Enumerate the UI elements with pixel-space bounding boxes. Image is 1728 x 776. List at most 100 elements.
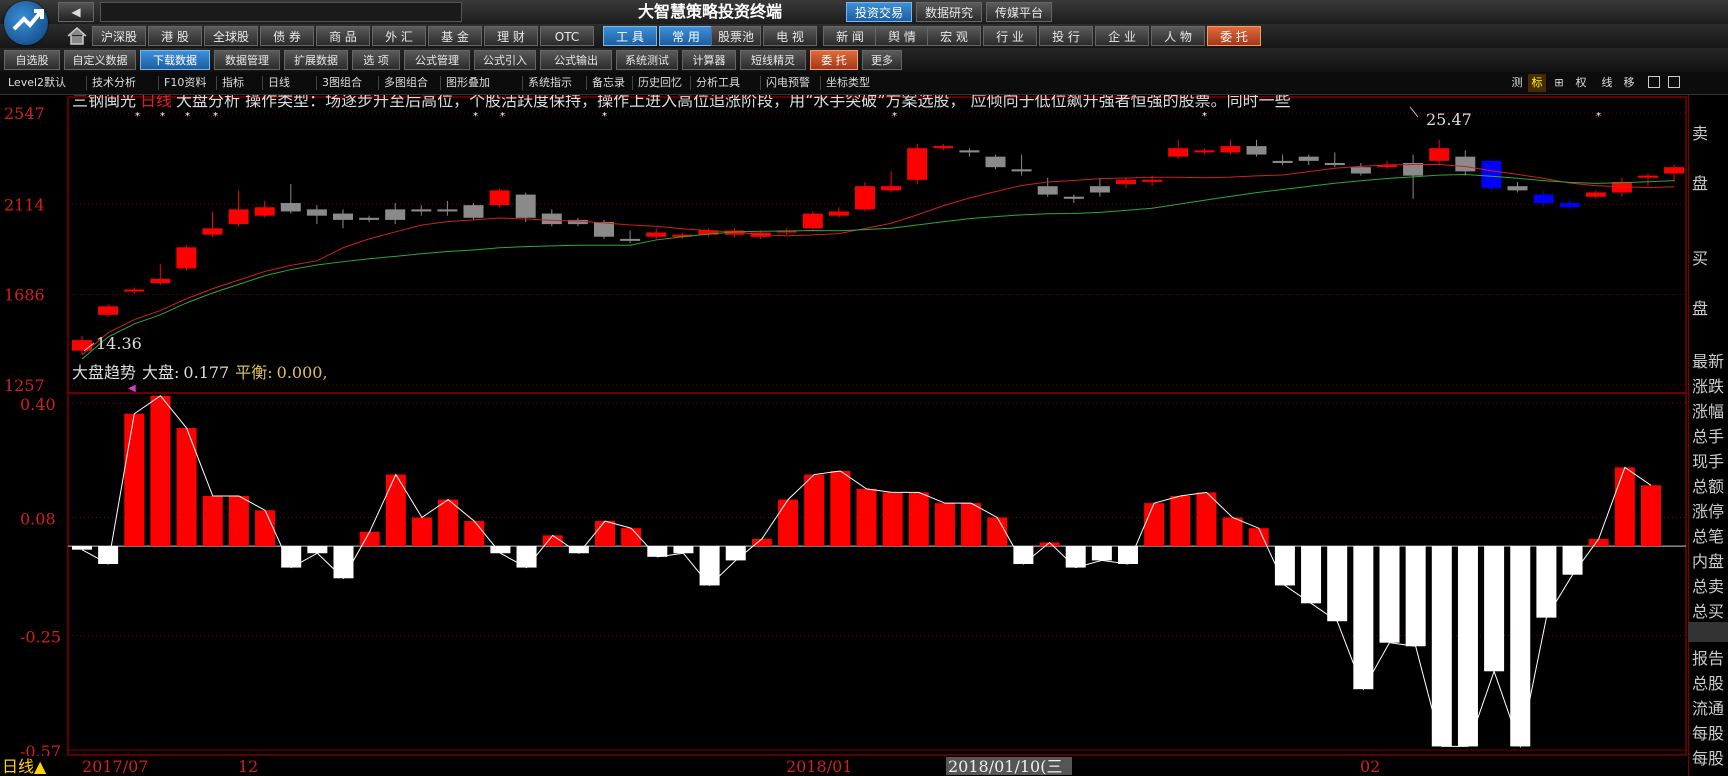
toolbar-item-5[interactable]: 3图组合 <box>322 74 362 92</box>
sub-tab-4[interactable]: 扩展数据 <box>284 50 348 70</box>
event-marker[interactable]: * <box>185 111 190 122</box>
candle-body[interactable] <box>359 217 380 220</box>
market-tab-2[interactable]: 全球股 <box>204 26 258 46</box>
toolbar-item-13[interactable]: 坐标类型 <box>826 74 870 92</box>
toolbar-right-0[interactable]: 测 <box>1508 74 1526 92</box>
tab-chuanmei[interactable]: 传媒平台 <box>986 2 1052 22</box>
candle-body[interactable] <box>1220 146 1241 153</box>
play-icon[interactable] <box>1668 76 1680 88</box>
market-tab-8[interactable]: OTC <box>540 26 594 46</box>
period-selector[interactable]: 日线▲ <box>2 757 47 776</box>
toolbar-item-9[interactable]: 备忘录 <box>592 74 625 92</box>
market-tab-4[interactable]: 商 品 <box>316 26 370 46</box>
event-marker[interactable]: * <box>160 111 165 122</box>
sub-tab-0[interactable]: 自选股 <box>4 50 60 70</box>
market-tab-1[interactable]: 港 股 <box>148 26 202 46</box>
tool-tab-4[interactable]: 新 闻 <box>823 26 877 46</box>
candle-body[interactable] <box>1116 179 1136 185</box>
toolbar-item-11[interactable]: 分析工具 <box>696 74 740 92</box>
toolbar-item-4[interactable]: 日线 <box>268 74 290 92</box>
candle-body[interactable] <box>541 213 562 225</box>
candle-body[interactable] <box>411 209 432 212</box>
toolbar-item-8[interactable]: 系统指示 <box>528 74 572 92</box>
candle-body[interactable] <box>620 238 641 241</box>
candle-body[interactable] <box>280 203 301 212</box>
candle-body[interactable] <box>1324 162 1345 166</box>
candle-body[interactable] <box>594 222 614 237</box>
sub-tab-6[interactable]: 公式管理 <box>404 50 470 70</box>
market-tab-5[interactable]: 外 汇 <box>372 26 426 46</box>
event-marker[interactable]: * <box>135 111 140 122</box>
candle-body[interactable] <box>1246 146 1267 155</box>
market-tab-6[interactable]: 基 金 <box>428 26 482 46</box>
tool-tab-10[interactable]: 人 物 <box>1151 26 1205 46</box>
stock-chart[interactable]: 2547 2114 1686 1257 三钢闽光 日线 大盘分析 操作类型：场逐步升至后高位… <box>0 95 1688 776</box>
candle-body[interactable] <box>306 209 327 216</box>
candle-body[interactable] <box>1455 156 1476 172</box>
toolbar-item-12[interactable]: 闪电预警 <box>766 74 810 92</box>
candle-body[interactable] <box>333 213 353 220</box>
toolbar-item-7[interactable]: 图形叠加 <box>446 74 490 92</box>
candle-body[interactable] <box>959 150 980 153</box>
sub-tab-2[interactable]: 下载数据 <box>140 50 210 70</box>
candle-body[interactable] <box>1037 186 1058 195</box>
candle-body[interactable] <box>124 289 145 292</box>
candle-body[interactable] <box>1194 150 1215 153</box>
home-icon[interactable] <box>66 26 88 45</box>
candle-body[interactable] <box>1089 186 1110 193</box>
tab-shuju[interactable]: 数据研究 <box>916 2 982 22</box>
candle-body[interactable] <box>1168 148 1189 157</box>
candle-body[interactable] <box>1350 167 1371 174</box>
tool-tab-9[interactable]: 企 业 <box>1095 26 1149 46</box>
toolbar-right-3[interactable]: 权 <box>1572 74 1590 92</box>
candle-body[interactable] <box>828 211 849 216</box>
market-tab-0[interactable]: 沪深股 <box>92 26 146 46</box>
tool-tab-3[interactable]: 电 视 <box>763 26 817 46</box>
tool-tab-7[interactable]: 行 业 <box>983 26 1037 46</box>
candle-body[interactable] <box>385 209 406 220</box>
sub-tab-7[interactable]: 公式引入 <box>474 50 536 70</box>
minimize-icon[interactable] <box>1648 76 1660 88</box>
sub-tab-11[interactable]: 短线精灵 <box>740 50 806 70</box>
tool-tab-11[interactable]: 委 托 <box>1207 26 1261 46</box>
event-marker[interactable]: * <box>500 111 505 122</box>
toolbar-item-6[interactable]: 多图组合 <box>384 74 428 92</box>
toolbar-right-1[interactable]: 标 <box>1528 74 1546 92</box>
event-marker[interactable]: * <box>602 111 607 122</box>
app-logo-icon[interactable] <box>4 1 48 45</box>
candle-body[interactable] <box>646 232 667 237</box>
toolbar-right-4[interactable]: 线 <box>1598 74 1616 92</box>
toolbar-item-2[interactable]: F10资料 <box>164 74 206 92</box>
candle-body[interactable] <box>202 228 223 235</box>
tool-tab-5[interactable]: 舆 情 <box>875 26 929 46</box>
tab-touzi[interactable]: 投资交易 <box>846 2 912 22</box>
sub-tab-10[interactable]: 计算器 <box>682 50 736 70</box>
event-marker[interactable]: * <box>1202 111 1207 122</box>
candle-body[interactable] <box>1429 148 1450 161</box>
candle-body[interactable] <box>228 209 249 225</box>
candle-body[interactable] <box>1481 160 1502 189</box>
candle-body[interactable] <box>1272 160 1293 163</box>
candle-body[interactable] <box>855 186 875 210</box>
market-tab-3[interactable]: 债 券 <box>260 26 314 46</box>
candle-body[interactable] <box>515 194 536 218</box>
tool-tab-6[interactable]: 宏 观 <box>927 26 981 46</box>
candle-body[interactable] <box>907 148 928 180</box>
candle-body[interactable] <box>150 278 171 284</box>
candle-body[interactable] <box>881 186 902 191</box>
address-bar[interactable] <box>100 2 462 22</box>
event-marker[interactable]: * <box>1596 111 1601 122</box>
event-marker[interactable]: * <box>213 111 218 122</box>
candle-body[interactable] <box>1664 167 1685 174</box>
sub-tab-1[interactable]: 自定义数据 <box>64 50 136 70</box>
candle-body[interactable] <box>1585 192 1606 197</box>
sub-tab-9[interactable]: 系统测试 <box>616 50 678 70</box>
tool-tab-0[interactable]: 工 具 <box>603 26 657 46</box>
toolbar-item-1[interactable]: 技术分析 <box>92 74 136 92</box>
toolbar-right-5[interactable]: 移 <box>1620 74 1638 92</box>
sub-tab-12[interactable]: 委 托 <box>810 50 858 70</box>
candle-body[interactable] <box>1298 156 1319 161</box>
event-marker[interactable]: * <box>892 111 897 122</box>
market-tab-7[interactable]: 理 财 <box>484 26 538 46</box>
candle-body[interactable] <box>1638 175 1658 178</box>
